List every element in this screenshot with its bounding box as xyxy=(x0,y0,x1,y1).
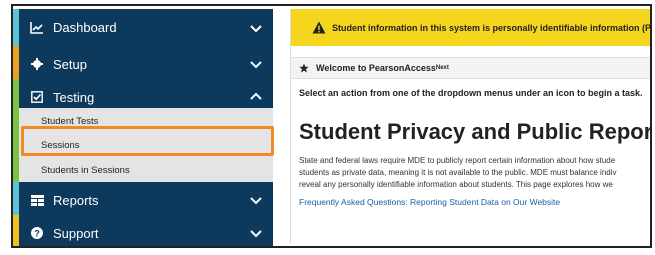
welcome-bar: Welcome to PearsonAccess Next xyxy=(291,57,650,79)
submenu-stripe xyxy=(13,108,19,182)
nav-label: Testing xyxy=(53,89,95,105)
body-line: State and federal laws require MDE to pu… xyxy=(299,156,616,165)
question-icon: ? xyxy=(29,225,45,241)
gear-icon xyxy=(29,56,45,72)
welcome-superscript: Next xyxy=(435,65,449,71)
nav-label: Dashboard xyxy=(53,20,117,35)
nav-setup[interactable]: Setup xyxy=(13,46,273,82)
faq-link[interactable]: Frequently Asked Questions: Reporting St… xyxy=(299,197,560,207)
nav-reports[interactable]: Reports xyxy=(13,182,273,218)
chevron-up-icon xyxy=(250,92,262,100)
pii-alert-banner: Student information in this system is pe… xyxy=(291,9,652,46)
chevron-down-icon xyxy=(250,24,262,32)
nav-stripe xyxy=(13,46,19,82)
nav-label: Reports xyxy=(53,192,99,208)
chevron-down-icon xyxy=(250,230,262,238)
nav-stripe xyxy=(13,215,19,246)
svg-text:?: ? xyxy=(34,229,40,239)
screenshot-frame: Dashboard Setup Testing Student Tests Se… xyxy=(11,4,652,248)
welcome-text: Welcome to PearsonAccess xyxy=(316,63,436,73)
nav-stripe xyxy=(13,9,19,46)
page-title: Student Privacy and Public Reports xyxy=(299,119,652,144)
body-line: students as private data, meaning it is … xyxy=(299,168,617,177)
nav-label: Setup xyxy=(53,56,87,72)
nav-support[interactable]: ? Support xyxy=(13,215,273,246)
star-icon xyxy=(299,63,309,73)
warning-icon xyxy=(312,21,326,34)
chevron-down-icon xyxy=(250,197,262,205)
nav-stripe xyxy=(13,182,19,218)
sessions-highlight-box xyxy=(21,126,274,156)
sidebar: Dashboard Setup Testing Student Tests Se… xyxy=(13,6,274,246)
body-paragraph: State and federal laws require MDE to pu… xyxy=(299,155,650,191)
dashboard-chart-icon xyxy=(29,20,45,36)
alert-text: Student information in this system is pe… xyxy=(332,22,652,33)
nav-label: Support xyxy=(53,225,99,241)
nav-dashboard[interactable]: Dashboard xyxy=(13,9,273,46)
chevron-down-icon xyxy=(250,61,262,69)
body-line: reveal any personally identifiable infor… xyxy=(299,180,613,189)
main-content: Student information in this system is pe… xyxy=(290,9,652,244)
checkbox-icon xyxy=(29,89,45,105)
submenu-item-students-in-sessions[interactable]: Students in Sessions xyxy=(41,165,130,176)
instruction-text: Select an action from one of the dropdow… xyxy=(299,88,643,98)
reports-table-icon xyxy=(29,192,45,208)
